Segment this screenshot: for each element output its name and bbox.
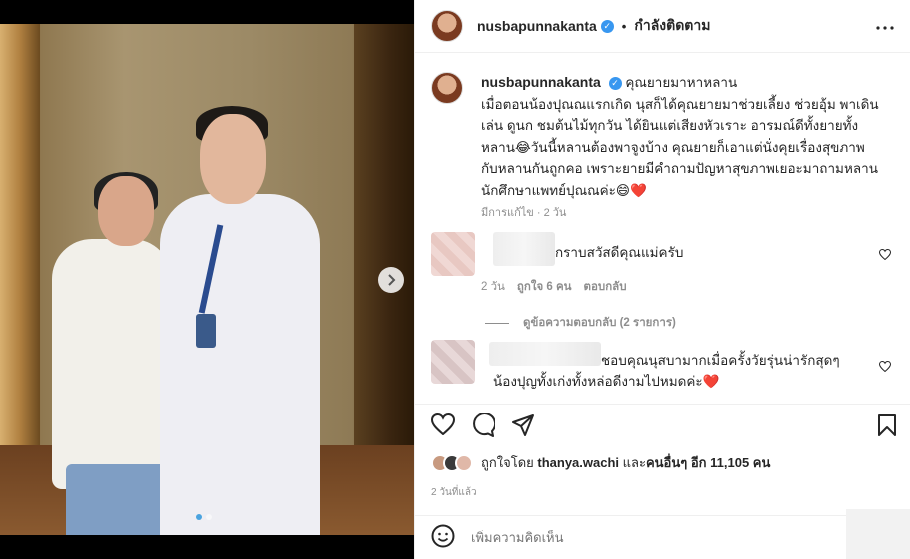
post-header: nusbapunnakanta ✓ • กำลังติดตาม [415, 0, 910, 53]
author-username[interactable]: nusbapunnakanta [477, 18, 597, 34]
photo-id-badge [196, 314, 216, 348]
following-button[interactable]: กำลังติดตาม [634, 15, 710, 37]
likes-middle: และ [622, 455, 646, 470]
comment-meta: 2 วัน ถูกใจ 6 คน ตอบกลับ [481, 278, 627, 296]
view-replies-button[interactable]: ดูข้อความตอบกลับ (2 รายการ) [485, 314, 676, 332]
verified-badge-icon: ✓ [608, 76, 622, 90]
carousel-dots [196, 514, 212, 520]
commenter-avatar[interactable] [431, 232, 475, 276]
comment-icon[interactable] [471, 412, 497, 440]
comment-reply-button[interactable]: ตอบกลับ [584, 281, 627, 293]
verified-badge-icon: ✓ [600, 19, 614, 33]
post-timestamp[interactable]: 2 วันที่แล้ว [431, 485, 477, 500]
photo-woman-face [98, 176, 154, 246]
post-photo [0, 24, 414, 535]
commenter-name-blurred [493, 232, 555, 266]
likes-summary: ถูกใจโดย thanya.wachi และคนอื่นๆ อีก 11,… [431, 452, 770, 473]
chevron-right-icon [388, 274, 396, 286]
caption-username[interactable]: nusbapunnakanta [481, 74, 601, 90]
photo-woman-shirt [52, 239, 172, 489]
caption-title: คุณยายมาหาหลาน [625, 75, 738, 90]
liker-username[interactable]: thanya.wachi [537, 455, 619, 470]
next-slide-button[interactable] [378, 267, 404, 293]
post-panel: nusbapunnakanta ✓ • กำลังติดตาม nusbapun… [414, 0, 910, 559]
post-caption: nusbapunnakanta ✓ คุณยายมาหาหลาน เมื่อตอ… [431, 72, 895, 201]
bookmark-icon[interactable] [877, 413, 897, 440]
likes-prefix: ถูกใจโดย [481, 455, 534, 470]
photo-man-coat [160, 194, 320, 535]
likes-text: ถูกใจโดย thanya.wachi และคนอื่นๆ อีก 11,… [481, 452, 770, 473]
emoji-icon[interactable] [431, 524, 455, 551]
header-dot: • [621, 18, 627, 34]
add-comment-input[interactable] [471, 530, 771, 545]
comment-text: กราบสวัสดีคุณแม่ครับ [555, 245, 684, 260]
comment-like-icon[interactable] [878, 248, 892, 263]
replies-divider [485, 322, 509, 324]
comment-like-icon[interactable] [878, 360, 892, 375]
comment-time: 2 วัน [481, 281, 505, 293]
carousel-dot-active [196, 514, 202, 520]
more-options-icon[interactable] [876, 17, 894, 35]
view-replies-label: ดูข้อความตอบกลับ (2 รายการ) [523, 317, 676, 329]
post-actions [415, 404, 910, 444]
caption-edited-time: มีการแก้ไข · 2 วัน [481, 207, 567, 219]
comment-text: ชอบคุณนุสบามากเมื่อครั้งวัยรุ่นน่ารักสุด… [493, 353, 840, 389]
likes-others-button[interactable]: คนอื่นๆ อีก 11,105 คน [646, 455, 770, 470]
comment-likes[interactable]: ถูกใจ 6 คน [517, 281, 572, 293]
commenter-avatar[interactable] [431, 340, 475, 384]
author-avatar[interactable] [431, 10, 463, 42]
corner-blurred-area [846, 509, 910, 559]
share-icon[interactable] [511, 413, 535, 440]
comment-item: ชอบคุณนุสบามากเมื่อครั้งวัยรุ่นน่ารักสุด… [431, 340, 901, 390]
heart-icon[interactable] [430, 412, 456, 438]
add-comment-bar [415, 515, 910, 559]
carousel-dot [206, 514, 212, 520]
photo-man-face [200, 114, 266, 204]
caption-text: เมื่อตอนน้องปุณณแรกเกิด นุสก็ได้คุณยายมา… [481, 96, 879, 198]
caption-body: nusbapunnakanta ✓ คุณยายมาหาหลาน เมื่อตอ… [481, 72, 881, 201]
post-media [0, 0, 414, 559]
caption-avatar[interactable] [431, 72, 463, 104]
liker-avatar [455, 453, 473, 472]
